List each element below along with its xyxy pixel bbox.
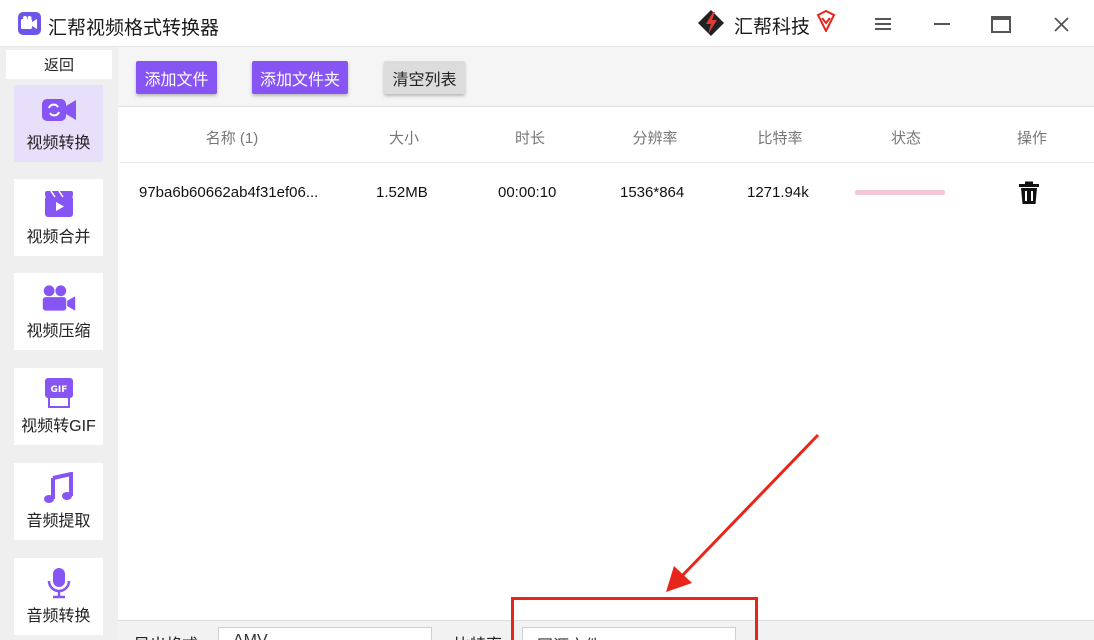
sidebar-item-audio-convert[interactable]: 音频转换 <box>14 558 103 635</box>
file-name: 97ba6b60662ab4f31ef06... <box>139 184 319 201</box>
sidebar-item-video-convert[interactable]: 视频转换 <box>14 85 103 162</box>
menu-icon[interactable] <box>868 10 898 38</box>
clear-list-button[interactable]: 清空列表 <box>384 61 465 94</box>
video-compress-icon <box>41 283 77 313</box>
sidebar-item-label: 视频压缩 <box>26 323 91 340</box>
app-logo-icon <box>18 12 41 35</box>
vip-diamond-icon[interactable] <box>815 10 837 32</box>
svg-text:GIF: GIF <box>50 385 67 395</box>
sidebar-item-label: 视频转GIF <box>21 418 96 435</box>
output-format-select[interactable]: AMV <box>218 627 432 640</box>
column-header-bitrate: 比特率 <box>757 130 803 147</box>
status-progress-bar <box>855 190 945 195</box>
sidebar-item-video-to-gif[interactable]: GIF 视频转GIF <box>14 368 103 445</box>
close-icon[interactable] <box>1046 10 1076 38</box>
sidebar-item-label: 视频合并 <box>26 229 91 246</box>
column-header-resolution: 分辨率 <box>632 130 678 147</box>
table-header: 名称 (1) 大小 时长 分辨率 比特率 状态 操作 <box>120 108 1094 163</box>
annotation-highlight-box <box>511 597 758 640</box>
add-file-button[interactable]: 添加文件 <box>136 61 217 94</box>
output-format-label: 导出格式 <box>134 631 198 640</box>
sidebar-item-label: 音频提取 <box>26 513 91 530</box>
bitrate-label: 比特率 <box>454 631 502 640</box>
sidebar-item-video-merge[interactable]: 视频合并 <box>14 179 103 256</box>
maximize-icon[interactable] <box>986 10 1016 38</box>
column-header-status: 状态 <box>890 130 921 147</box>
brand-name: 汇帮科技 <box>734 17 811 38</box>
column-header-name: 名称 (1) <box>205 130 259 147</box>
back-button[interactable]: 返回 <box>6 50 112 79</box>
file-table: 名称 (1) 大小 时长 分辨率 比特率 状态 操作 97ba6b60662ab… <box>120 108 1094 620</box>
file-size: 1.52MB <box>376 184 428 201</box>
microphone-icon <box>41 568 77 599</box>
file-resolution: 1536*864 <box>620 184 685 201</box>
sidebar-item-label: 音频转换 <box>26 608 91 625</box>
column-header-actions: 操作 <box>1016 130 1047 147</box>
title-bar: 汇帮视频格式转换器 汇帮科技 <box>0 0 1094 47</box>
music-note-icon <box>41 472 77 503</box>
file-bitrate: 1271.94k <box>747 184 809 201</box>
gif-icon: GIF <box>41 378 77 408</box>
toolbar: 添加文件 添加文件夹 清空列表 <box>118 47 1094 107</box>
column-header-size: 大小 <box>388 130 419 147</box>
sidebar: 返回 视频转换 视频合并 视频压缩 GIF 视频转GIF 音频提取 音频转换 <box>0 47 118 640</box>
sidebar-item-label: 视频转换 <box>26 135 91 152</box>
table-row[interactable]: 97ba6b60662ab4f31ef06... 1.52MB 00:00:10… <box>120 164 1094 224</box>
delete-icon[interactable] <box>1018 181 1040 205</box>
brand-logo-icon <box>698 10 724 36</box>
sidebar-item-video-compress[interactable]: 视频压缩 <box>14 273 103 350</box>
add-folder-button[interactable]: 添加文件夹 <box>252 61 348 94</box>
sidebar-item-audio-extract[interactable]: 音频提取 <box>14 463 103 540</box>
video-convert-icon <box>41 95 77 125</box>
video-merge-icon <box>41 189 77 219</box>
app-title: 汇帮视频格式转换器 <box>48 18 220 39</box>
minimize-icon[interactable] <box>927 10 957 38</box>
column-header-duration: 时长 <box>514 130 545 147</box>
file-duration: 00:00:10 <box>498 184 557 201</box>
